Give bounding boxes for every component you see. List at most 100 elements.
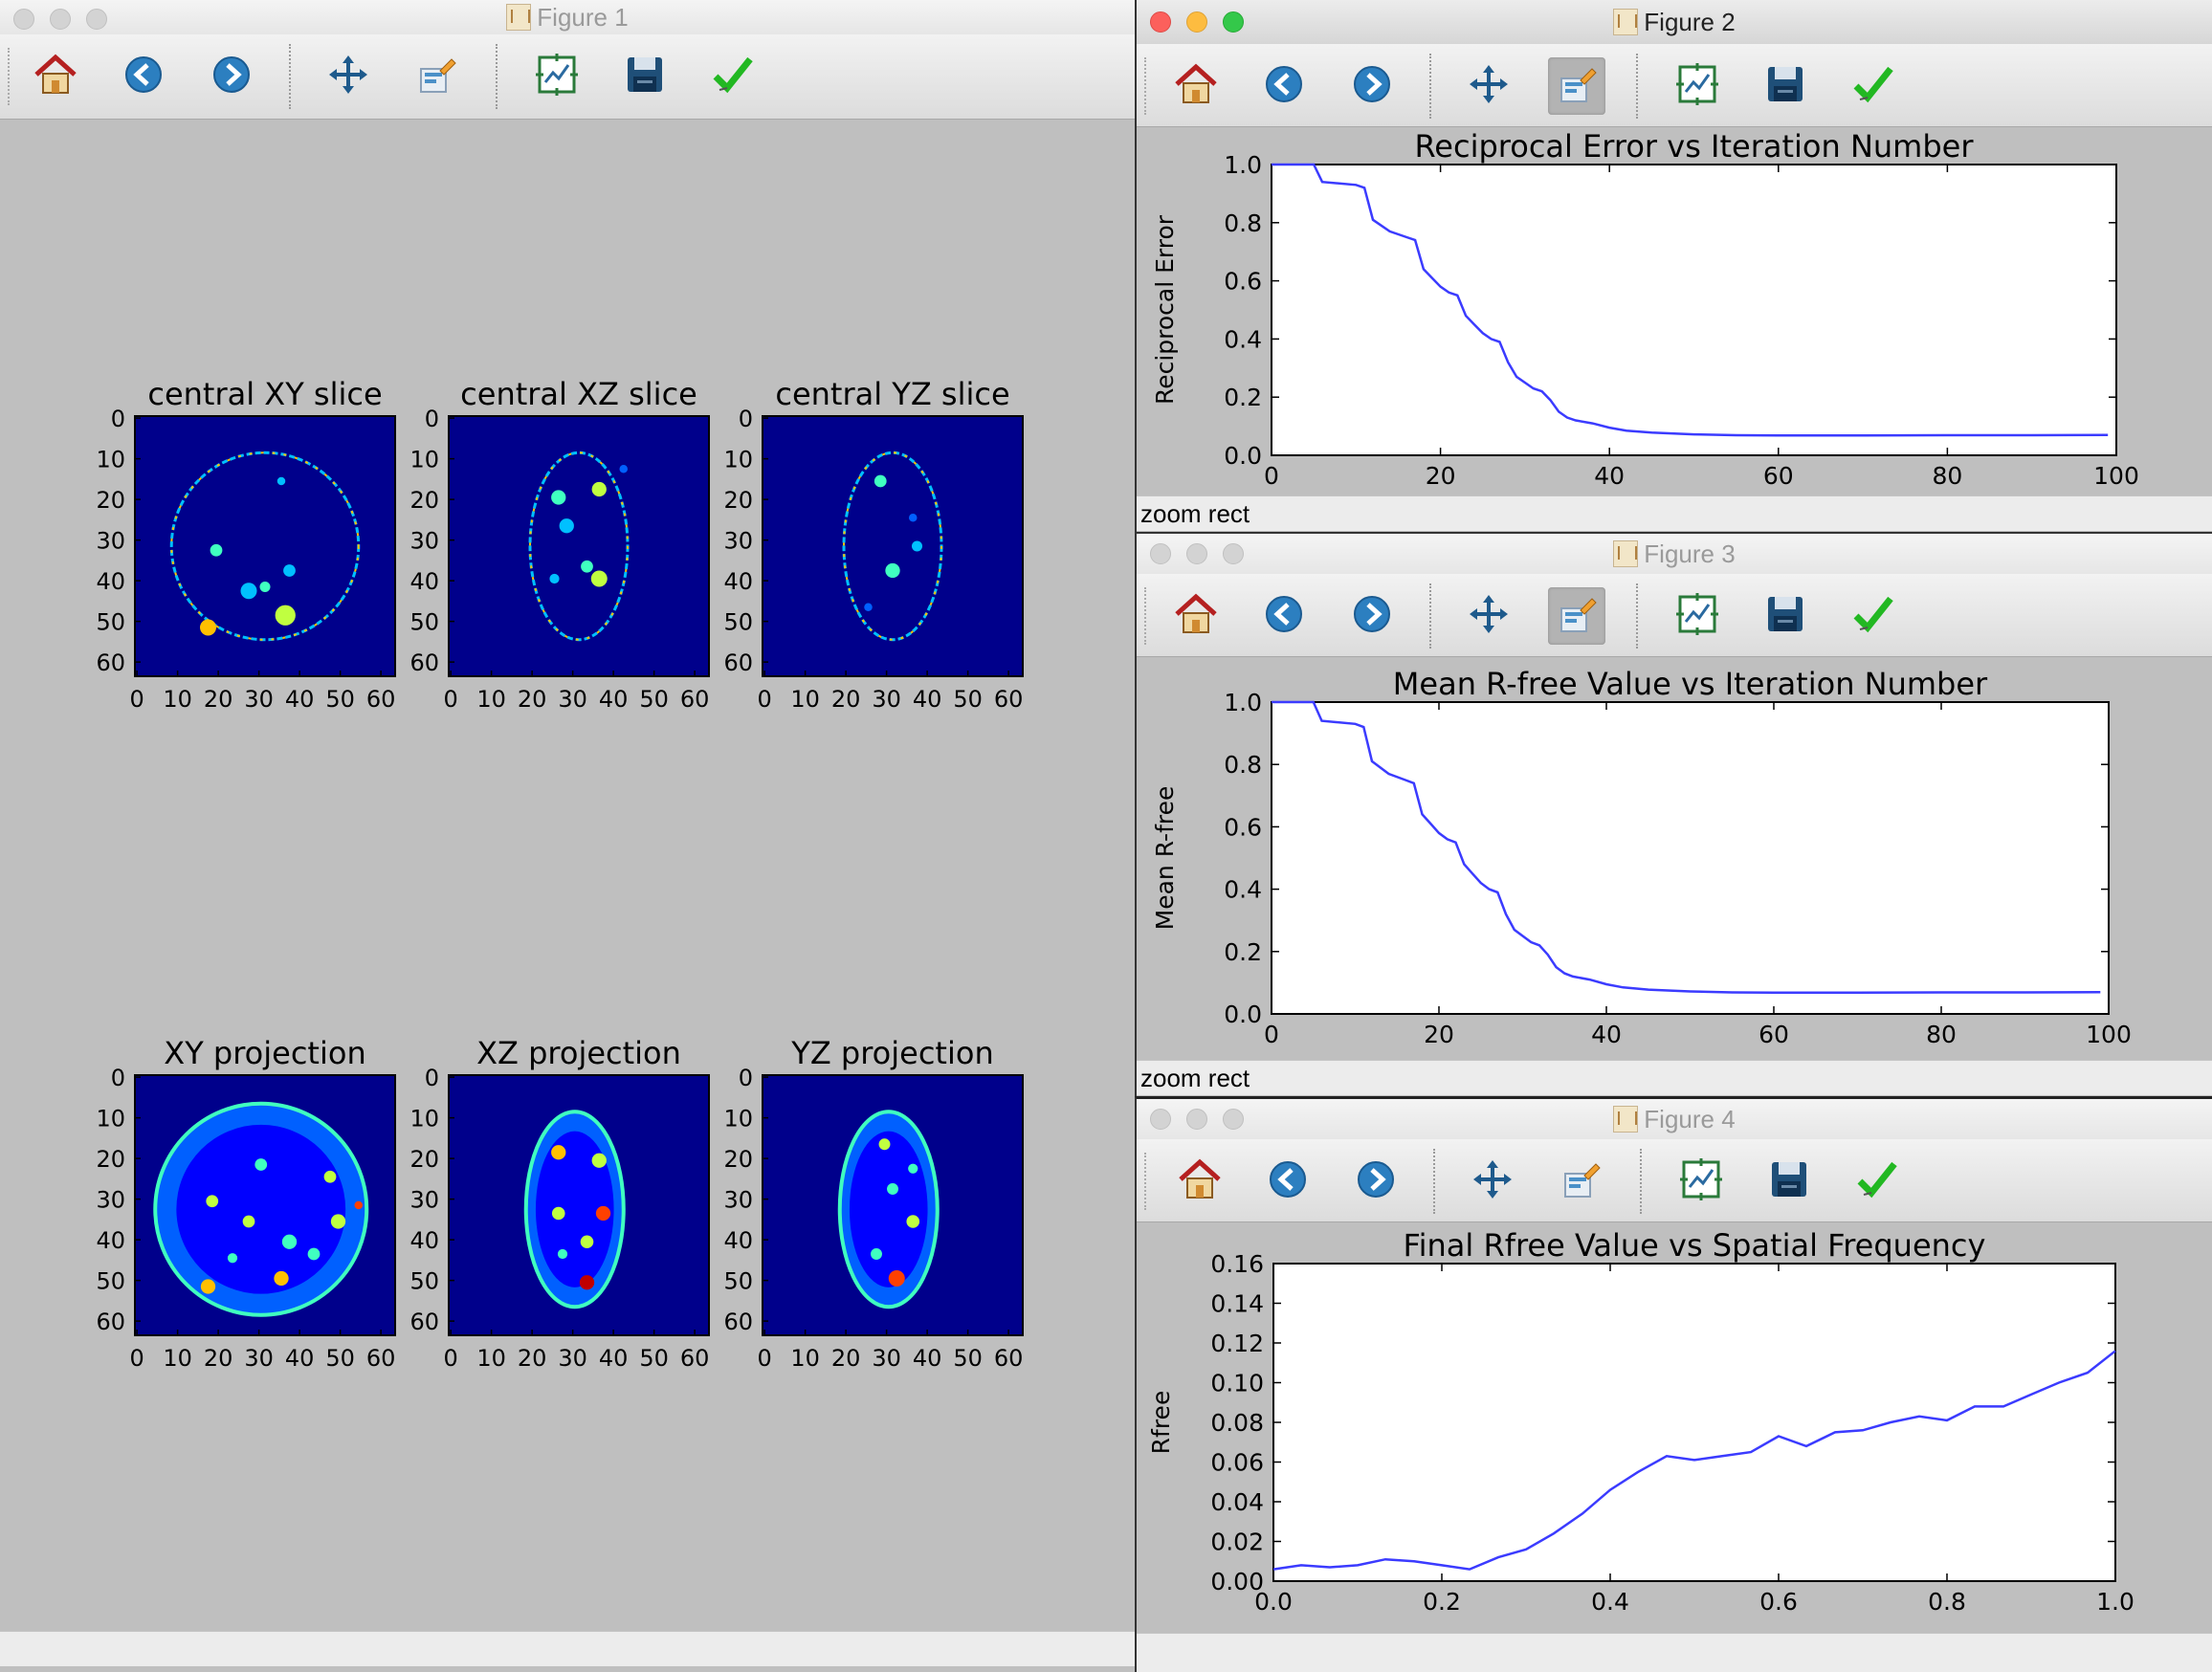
toolbar-grip[interactable] (1144, 1153, 1150, 1210)
toolbar-grip[interactable] (1144, 57, 1150, 115)
heatmap-axes[interactable]: XY projection0 10 20 30 40 50 600102030405060 (96, 1035, 396, 1372)
status-bar (0, 1631, 1135, 1666)
save-button[interactable] (1757, 57, 1814, 115)
edit-axes-button[interactable] (704, 48, 762, 105)
zoom-button[interactable] (86, 9, 107, 30)
forward-button[interactable] (1343, 587, 1401, 645)
navigation-toolbar (1137, 574, 2212, 657)
figure-1-window: Figure 1 central XY slice 0 10 20 30 40 50 60 0 1… (0, 0, 1135, 1672)
line-chart[interactable]: Reciprocal Error vs Iteration Number 0 20 4… (1151, 128, 2139, 490)
y-tick-label: 10 (723, 447, 753, 473)
pan-button[interactable] (1460, 587, 1517, 645)
title-bar[interactable]: Figure 4 (1137, 1099, 2212, 1140)
edit-check-icon (710, 52, 756, 102)
edit-axes-button[interactable] (1848, 1153, 1906, 1210)
figure-1-canvas[interactable]: central XY slice 0 10 20 30 40 50 60 0 10 20 30 40 50… (0, 120, 1135, 1631)
figure-2-canvas[interactable]: Reciprocal Error vs Iteration Number 0 20 4… (1137, 126, 2212, 495)
title-bar[interactable]: Figure 3 (1137, 534, 2212, 575)
y-tick-label: 30 (409, 528, 439, 555)
x-tick-label: 80 (1926, 1021, 1957, 1048)
zoom-rect-button[interactable] (1552, 1153, 1609, 1210)
forward-button[interactable] (1347, 1153, 1405, 1210)
plot-area (1271, 164, 2117, 456)
pan-button[interactable] (320, 48, 377, 105)
zoom-button[interactable] (1223, 543, 1244, 564)
x-tick-label: 0 (757, 686, 771, 713)
zoom-rect-button[interactable] (1548, 587, 1605, 645)
x-tick-label: 20 (831, 686, 861, 713)
y-tick-label: 30 (723, 528, 753, 555)
y-tick-label: 10 (409, 1106, 439, 1133)
y-tick-label: 30 (723, 1187, 753, 1214)
edit-axes-button[interactable] (1845, 587, 1902, 645)
save-button[interactable] (1760, 1153, 1818, 1210)
heatmap-axes[interactable]: central XZ slice0 10 20 30 40 50 6001020304050… (409, 376, 710, 713)
back-button[interactable] (1259, 1153, 1316, 1210)
y-tick-label: 0.04 (1210, 1488, 1264, 1516)
chart-title: XZ projection (476, 1035, 681, 1071)
subplots-button[interactable] (528, 48, 586, 105)
close-button[interactable] (1150, 543, 1171, 564)
figure-4-canvas[interactable]: Final Rfree Value vs Spatial Frequency 0.… (1137, 1221, 2212, 1633)
edit-axes-button[interactable] (1845, 57, 1902, 115)
y-tick-label: 10 (96, 1106, 125, 1133)
home-button[interactable] (1167, 57, 1225, 115)
heatmap-axes[interactable]: XZ projection0 10 20 30 40 50 600102030405060 (409, 1035, 710, 1372)
back-button[interactable] (115, 48, 172, 105)
zoom-button[interactable] (1223, 11, 1244, 33)
x-tick-label: 20 (1424, 1021, 1454, 1048)
close-button[interactable] (1150, 1109, 1171, 1130)
back-button[interactable] (1255, 587, 1313, 645)
close-button[interactable] (13, 9, 34, 30)
y-tick-label: 0.8 (1224, 751, 1262, 779)
minimize-button[interactable] (50, 9, 71, 30)
x-tick-label: 0 (129, 686, 144, 713)
x-tick-label: 50 (639, 686, 669, 713)
y-tick-label: 0.10 (1210, 1370, 1264, 1397)
save-button[interactable] (616, 48, 674, 105)
toolbar-grip[interactable] (1144, 587, 1150, 645)
minimize-button[interactable] (1186, 543, 1207, 564)
minimize-button[interactable] (1186, 1109, 1207, 1130)
y-tick-label: 0.00 (1210, 1568, 1264, 1595)
title-bar[interactable]: Figure 2 (1137, 0, 2212, 45)
line-chart[interactable]: Final Rfree Value vs Spatial Frequency 0.… (1147, 1227, 2135, 1616)
toolbar-grip[interactable] (8, 48, 13, 105)
density-blob (210, 543, 223, 557)
x-tick-label: 10 (790, 686, 820, 713)
edit-check-icon (1850, 591, 1896, 642)
minimize-button[interactable] (1186, 11, 1207, 33)
window-title: Figure 2 (1644, 8, 1736, 36)
y-tick-label: 0.16 (1210, 1250, 1264, 1278)
x-tick-label: 60 (680, 1345, 710, 1372)
projection-core (849, 1131, 928, 1287)
forward-button[interactable] (203, 48, 260, 105)
heatmap-axes[interactable]: central XY slice0 10 20 30 40 50 6001020304050… (96, 376, 396, 713)
x-tick-label: 0.8 (1928, 1588, 1966, 1616)
title-bar[interactable]: Figure 1 (0, 0, 1135, 35)
save-button[interactable] (1757, 587, 1814, 645)
x-tick-label: 50 (639, 1345, 669, 1372)
x-tick-label: 10 (476, 686, 506, 713)
pan-button[interactable] (1464, 1153, 1521, 1210)
forward-button[interactable] (1343, 57, 1401, 115)
subplots-button[interactable] (1669, 57, 1726, 115)
zoom-button[interactable] (1223, 1109, 1244, 1130)
home-button[interactable] (1171, 1153, 1228, 1210)
back-button[interactable] (1255, 57, 1313, 115)
heatmap-axes[interactable]: central YZ slice0 10 20 30 40 50 6001020304050… (723, 376, 1024, 713)
subplots-button[interactable] (1672, 1153, 1730, 1210)
home-button[interactable] (1167, 587, 1225, 645)
figure-3-canvas[interactable]: Mean R-free Value vs Iteration Number 0 20… (1137, 656, 2212, 1060)
heatmap-axes[interactable]: YZ projection0 10 20 30 40 50 600102030405060 (723, 1035, 1024, 1372)
subplots-button[interactable] (1669, 587, 1726, 645)
zoom-rect-button[interactable] (408, 48, 465, 105)
forward-arrow-icon (1353, 1156, 1399, 1207)
zoom-rect-button[interactable] (1548, 57, 1605, 115)
chart-title: XY projection (164, 1035, 365, 1071)
pan-button[interactable] (1460, 57, 1517, 115)
close-button[interactable] (1150, 11, 1171, 33)
home-button[interactable] (27, 48, 84, 105)
chart-title: Reciprocal Error vs Iteration Number (1415, 128, 1975, 165)
line-chart[interactable]: Mean R-free Value vs Iteration Number 0 20… (1151, 666, 2132, 1048)
